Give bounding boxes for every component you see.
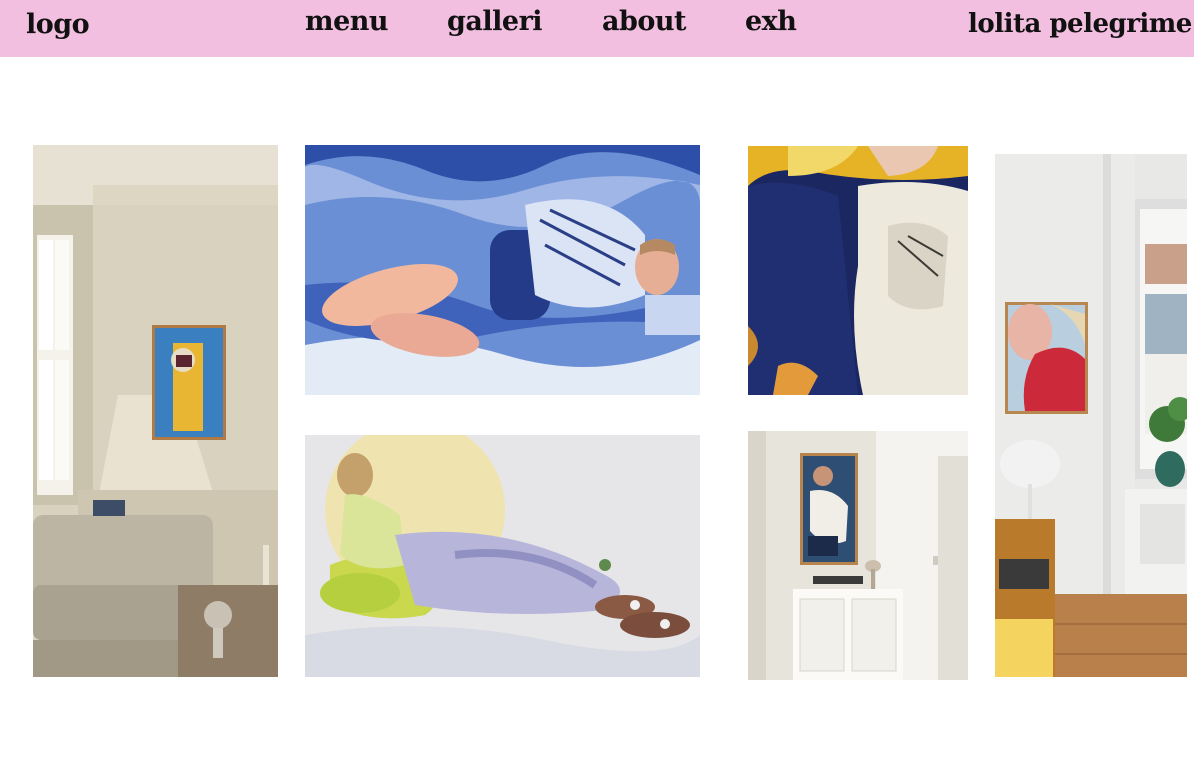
red-portrait-photo	[995, 154, 1187, 677]
sleeping-figure-painting	[305, 145, 700, 395]
corner-cabinet-photo	[748, 431, 968, 680]
living-room-photo	[33, 145, 278, 677]
nav-galleri-link[interactable]: galleri	[447, 6, 543, 37]
gallery-image-reclining-figure[interactable]	[305, 435, 700, 677]
nav-about-link[interactable]: about	[602, 6, 686, 37]
gallery-image-red-portrait[interactable]	[995, 154, 1187, 677]
closeup-shirt-painting	[748, 146, 968, 395]
nav-menu-link[interactable]: menu	[305, 6, 389, 37]
gallery-image-closeup-shirt[interactable]	[748, 146, 968, 395]
gallery-image-sleeping-figure[interactable]	[305, 145, 700, 395]
top-nav-bar: logo menu galleri about exh lolita peleg…	[0, 0, 1194, 57]
gallery-image-living-room[interactable]	[33, 145, 278, 677]
gallery-image-corner-cabinet[interactable]	[748, 431, 968, 680]
nav-exh-link[interactable]: exh	[745, 6, 797, 37]
site-name-link[interactable]: lolita pelegrime	[968, 9, 1192, 39]
logo-link[interactable]: logo	[26, 9, 90, 40]
reclining-figure-painting	[305, 435, 700, 677]
